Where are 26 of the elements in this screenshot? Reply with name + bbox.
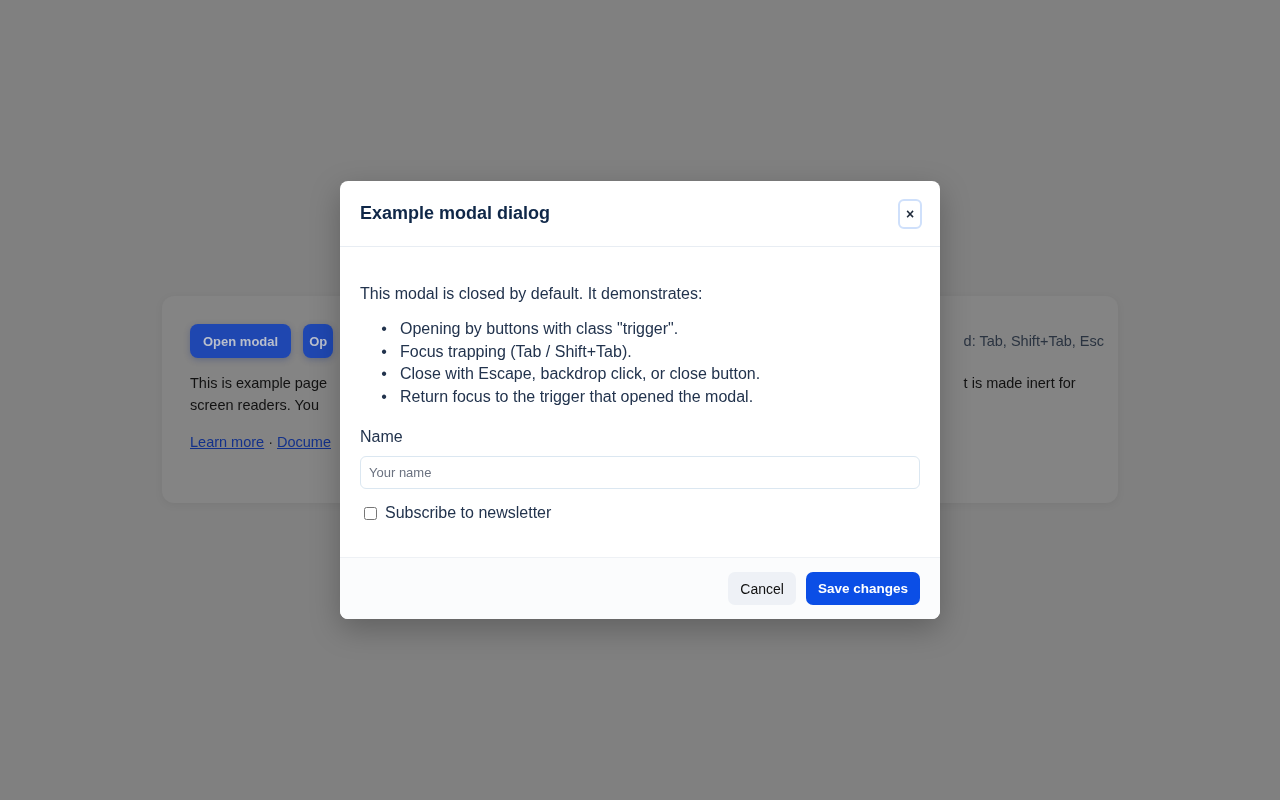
bullet-text: • <box>380 319 388 339</box>
save-button[interactable]: Save changes <box>805 572 920 605</box>
modal-title: Example modal dialog <box>360 203 551 224</box>
bullet-text: • <box>380 386 388 407</box>
feature-list-item: Focus trapping (Tab / Shift+Tab). <box>400 341 632 362</box>
open-modal-button[interactable]: Op <box>303 324 334 358</box>
keyboard-hint-text: d: Tab, Shift+Tab, Esc <box>963 332 1104 351</box>
feature-list-item: Return focus to the trigger that opened the modal. <box>400 386 754 407</box>
link[interactable]: Docume <box>277 431 331 453</box>
description-text: t is made inert for <box>963 374 1076 393</box>
bullet-text: • <box>380 364 388 384</box>
bullet-text: • <box>380 341 388 362</box>
intro-text: This modal is closed by default. It demonstrates: <box>360 284 704 304</box>
close-button[interactable]: × <box>898 198 922 229</box>
name-input-field[interactable]: Your name <box>360 456 920 489</box>
separator-text: · <box>268 433 273 452</box>
description-text: This is example page <box>190 374 327 393</box>
name-label: Name <box>360 427 404 447</box>
newsletter-checkbox[interactable] <box>364 506 377 520</box>
description-text: screen readers. You <box>190 396 320 415</box>
feature-list-item: Close with Escape, backdrop click, or close button. <box>400 364 761 384</box>
cancel-button[interactable]: Cancel <box>728 572 796 605</box>
checkbox-label: Subscribe to newsletter <box>385 503 552 523</box>
feature-list-item: Opening by buttons with class "trigger". <box>400 319 679 339</box>
open-modal-button[interactable]: Open modal <box>190 324 292 358</box>
link[interactable]: Learn more <box>190 431 265 453</box>
